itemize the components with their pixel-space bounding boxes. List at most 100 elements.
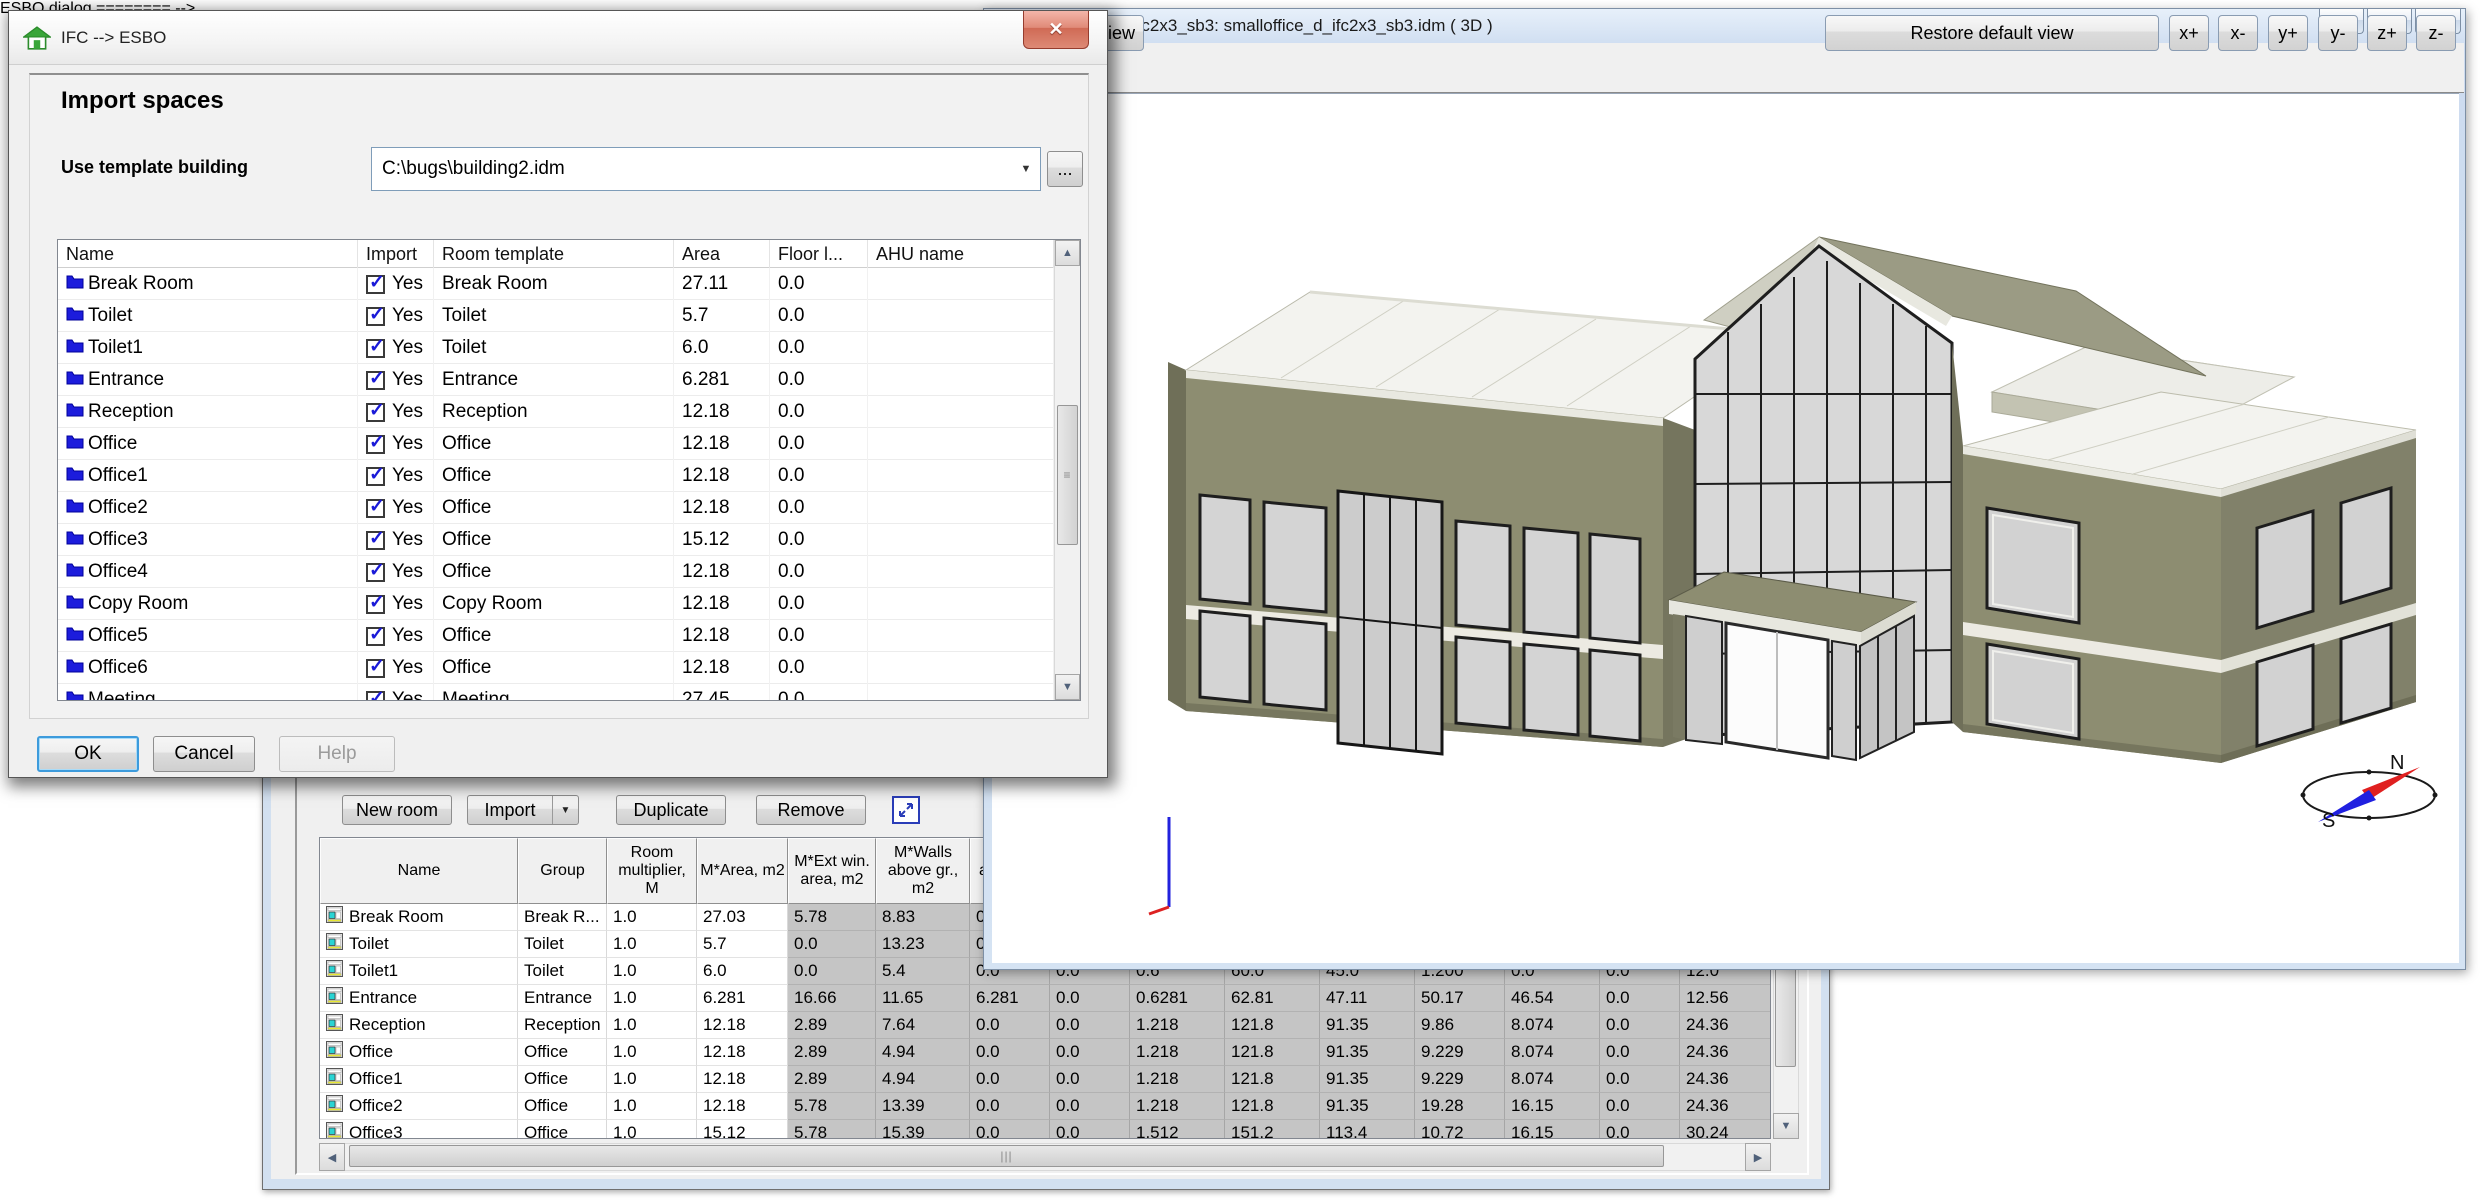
import-checkbox[interactable]: ✓ (366, 339, 385, 358)
column-header[interactable]: Room multiplier, M (607, 838, 697, 904)
value-cell[interactable]: 6.281 (697, 985, 788, 1012)
room-name-cell[interactable]: Entrance (320, 985, 518, 1012)
value-cell[interactable]: 12.18 (697, 1012, 788, 1039)
value-cell[interactable]: Break R... (518, 904, 607, 931)
browse-button[interactable]: ... (1047, 151, 1083, 187)
value-cell[interactable]: 5.7 (697, 931, 788, 958)
room-name-cell[interactable]: Office (320, 1039, 518, 1066)
room-row[interactable]: Office3Office1.015.125.7815.390.00.01.51… (320, 1120, 1770, 1139)
axis-button-zminus[interactable]: z- (2416, 15, 2456, 51)
room-name-cell[interactable]: Reception (320, 1012, 518, 1039)
scroll-left-icon[interactable]: ◀ (319, 1143, 345, 1171)
value-cell[interactable]: 1.0 (607, 985, 697, 1012)
import-space-row[interactable]: Office2✓YesOffice12.180.0 (58, 492, 1080, 524)
room-name-cell[interactable]: Office1 (320, 1066, 518, 1093)
value-cell[interactable]: Reception (518, 1012, 607, 1039)
value-cell[interactable]: 12.18 (697, 1093, 788, 1120)
import-checkbox[interactable]: ✓ (366, 595, 385, 614)
import-checkbox[interactable]: ✓ (366, 691, 385, 702)
value-cell[interactable]: 1.0 (607, 958, 697, 985)
remove-button[interactable]: Remove (756, 795, 866, 825)
scroll-up-icon[interactable]: ▲ (1055, 240, 1080, 266)
scroll-down-icon[interactable]: ▼ (1773, 1113, 1799, 1139)
help-button[interactable]: Help (279, 736, 395, 772)
rooms-table-hscrollbar[interactable]: ◀ ||| ▶ (319, 1143, 1771, 1171)
hscroll-thumb[interactable]: ||| (349, 1145, 1664, 1167)
ok-button[interactable]: OK (37, 736, 139, 772)
value-cell[interactable]: 12.18 (697, 1039, 788, 1066)
axis-button-xplus[interactable]: x+ (2169, 15, 2209, 51)
duplicate-button[interactable]: Duplicate (616, 795, 726, 825)
room-row[interactable]: OfficeOffice1.012.182.894.940.00.01.2181… (320, 1039, 1770, 1066)
vscroll-thumb[interactable]: ≡ (1057, 405, 1078, 545)
new-room-button[interactable]: New room (342, 795, 452, 825)
import-table-vscrollbar[interactable]: ▲ ≡ ▼ (1054, 240, 1080, 700)
import-space-row[interactable]: Entrance✓YesEntrance6.2810.0 (58, 364, 1080, 396)
import-space-row[interactable]: Office5✓YesOffice12.180.0 (58, 620, 1080, 652)
import-checkbox[interactable]: ✓ (366, 659, 385, 678)
room-row[interactable]: Office2Office1.012.185.7813.390.00.01.21… (320, 1093, 1770, 1120)
import-checkbox[interactable]: ✓ (366, 435, 385, 454)
cancel-button[interactable]: Cancel (153, 736, 255, 772)
scroll-down-icon[interactable]: ▼ (1055, 674, 1080, 700)
value-cell[interactable]: Entrance (518, 985, 607, 1012)
import-space-row[interactable]: Office3✓YesOffice15.120.0 (58, 524, 1080, 556)
value-cell[interactable]: 1.0 (607, 1066, 697, 1093)
value-cell[interactable]: 1.0 (607, 904, 697, 931)
import-checkbox[interactable]: ✓ (366, 467, 385, 486)
import-space-row[interactable]: Toilet✓YesToilet5.70.0 (58, 300, 1080, 332)
import-space-row[interactable]: Office✓YesOffice12.180.0 (58, 428, 1080, 460)
import-checkbox[interactable]: ✓ (366, 531, 385, 550)
import-space-row[interactable]: Toilet1✓YesToilet6.00.0 (58, 332, 1080, 364)
value-cell[interactable]: Office (518, 1120, 607, 1139)
import-dropdown-icon[interactable]: ▼ (552, 796, 578, 824)
column-header[interactable]: M*Area, m2 (697, 838, 788, 904)
import-checkbox[interactable]: ✓ (366, 499, 385, 518)
room-name-cell[interactable]: Office2 (320, 1093, 518, 1120)
axis-button-zplus[interactable]: z+ (2367, 15, 2407, 51)
room-name-cell[interactable]: Office3 (320, 1120, 518, 1139)
room-name-cell[interactable]: Toilet1 (320, 958, 518, 985)
value-cell[interactable]: 6.0 (697, 958, 788, 985)
value-cell[interactable]: 12.18 (697, 1066, 788, 1093)
expand-table-button[interactable] (892, 796, 920, 824)
value-cell[interactable]: Toilet (518, 958, 607, 985)
value-cell[interactable]: Toilet (518, 931, 607, 958)
restore-default-view-button[interactable]: Restore default view (1825, 15, 2159, 51)
value-cell[interactable]: Office (518, 1039, 607, 1066)
import-checkbox[interactable]: ✓ (366, 275, 385, 294)
room-name-cell[interactable]: Break Room (320, 904, 518, 931)
column-header[interactable]: Name (320, 838, 518, 904)
column-header[interactable]: Area (674, 240, 770, 268)
column-header[interactable]: M*Ext win. area, m2 (788, 838, 876, 904)
import-space-row[interactable]: Break Room✓YesBreak Room27.110.0 (58, 268, 1080, 300)
column-header[interactable]: Room template (434, 240, 674, 268)
value-cell[interactable]: 15.12 (697, 1120, 788, 1139)
column-header[interactable]: Floor l... (770, 240, 868, 268)
column-header[interactable]: Name (58, 240, 358, 268)
column-header[interactable]: AHU name (868, 240, 1054, 268)
import-button[interactable]: Import ▼ (467, 795, 579, 825)
import-space-row[interactable]: Copy Room✓YesCopy Room12.180.0 (58, 588, 1080, 620)
import-space-row[interactable]: Meeting✓YesMeeting27.450.0 (58, 684, 1080, 701)
import-space-row[interactable]: Office6✓YesOffice12.180.0 (58, 652, 1080, 684)
room-row[interactable]: ReceptionReception1.012.182.897.640.00.0… (320, 1012, 1770, 1039)
value-cell[interactable]: 1.0 (607, 1120, 697, 1139)
room-row[interactable]: Office1Office1.012.182.894.940.00.01.218… (320, 1066, 1770, 1093)
column-header[interactable]: Import (358, 240, 434, 268)
import-spaces-table[interactable]: NameImportRoom templateAreaFloor l...AHU… (57, 239, 1081, 701)
axis-button-yplus[interactable]: y+ (2268, 15, 2308, 51)
column-header[interactable]: Group (518, 838, 607, 904)
import-space-row[interactable]: Office1✓YesOffice12.180.0 (58, 460, 1080, 492)
value-cell[interactable]: Office (518, 1093, 607, 1120)
import-checkbox[interactable]: ✓ (366, 563, 385, 582)
value-cell[interactable]: 27.03 (697, 904, 788, 931)
axis-button-xminus[interactable]: x- (2218, 15, 2258, 51)
dialog-close-button[interactable]: ✕ (1023, 11, 1089, 49)
import-checkbox[interactable]: ✓ (366, 371, 385, 390)
scroll-right-icon[interactable]: ▶ (1745, 1143, 1771, 1171)
import-checkbox[interactable]: ✓ (366, 627, 385, 646)
import-checkbox[interactable]: ✓ (366, 403, 385, 422)
template-building-combobox[interactable]: C:\bugs\building2.idm ▼ (371, 147, 1041, 191)
value-cell[interactable]: Office (518, 1066, 607, 1093)
